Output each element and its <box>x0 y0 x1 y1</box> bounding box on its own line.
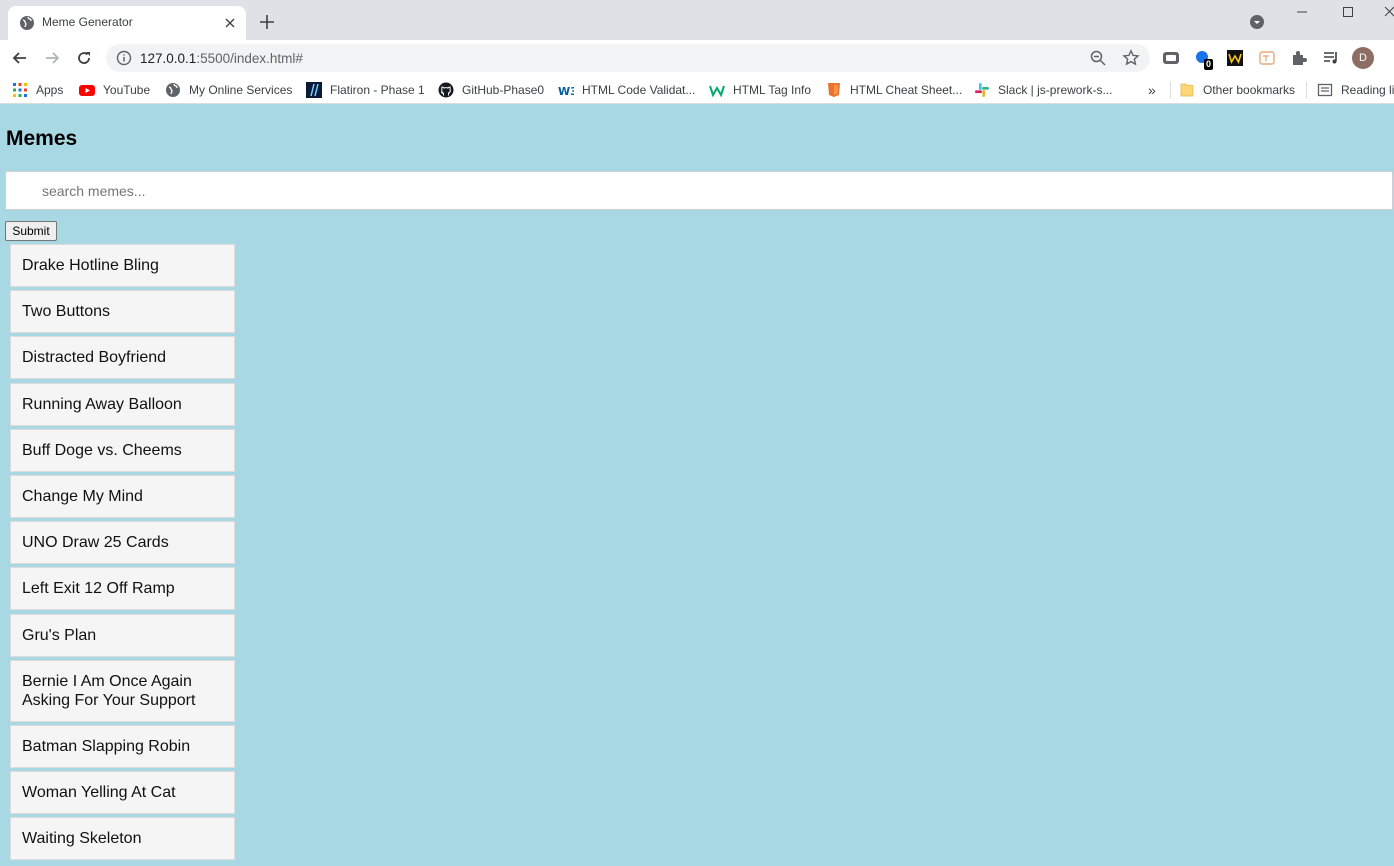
extension-badge-icon[interactable]: 0 <box>1194 49 1214 70</box>
bookmark-label: HTML Cheat Sheet... <box>850 83 963 97</box>
url-host: 127.0.0.1 <box>140 51 197 66</box>
bookmark-html-cheat-sheet[interactable]: HTML Cheat Sheet... <box>826 82 962 98</box>
tab-close-icon[interactable] <box>220 13 240 33</box>
extension-w-icon[interactable] <box>1226 49 1244 67</box>
bookmark-my-online-services[interactable]: My Online Services <box>165 82 292 98</box>
site-info-icon[interactable] <box>116 50 132 66</box>
meme-item[interactable]: Running Away Balloon <box>10 383 235 426</box>
meme-item[interactable]: Bernie I Am Once Again Asking For Your S… <box>10 660 235 722</box>
url-text[interactable]: 127.0.0.1:5500/index.html# <box>140 51 303 66</box>
globe-icon <box>19 15 35 31</box>
apps-grid-icon <box>12 82 28 98</box>
bookmark-label: HTML Code Validat... <box>582 83 696 97</box>
bookmark-label: Reading li <box>1341 83 1394 97</box>
bookmark-label: Slack | js-prework-s... <box>998 83 1113 97</box>
bookmark-label: Other bookmarks <box>1203 83 1296 97</box>
meme-item[interactable]: Woman Yelling At Cat <box>10 771 235 814</box>
extension-badge-count: 0 <box>1204 59 1214 70</box>
meme-item[interactable]: Batman Slapping Robin <box>10 725 235 768</box>
tab-search-icon[interactable] <box>1249 14 1265 30</box>
bookmark-reading-list[interactable]: Reading li <box>1317 82 1394 98</box>
bookmark-label: YouTube <box>103 83 151 97</box>
forward-arrow-icon[interactable] <box>42 48 62 68</box>
bookmark-star-icon[interactable] <box>1122 49 1140 67</box>
globe-icon <box>165 82 181 98</box>
folder-icon <box>1179 82 1195 98</box>
profile-avatar[interactable]: D <box>1352 47 1374 69</box>
meme-item[interactable]: Two Buttons <box>10 290 235 333</box>
meme-item[interactable]: Distracted Boyfriend <box>10 336 235 379</box>
bookmark-divider <box>1306 82 1307 98</box>
bookmarks-overflow-button[interactable]: » <box>1148 82 1156 98</box>
bookmark-html-validator[interactable]: W3 HTML Code Validat... <box>558 82 695 98</box>
tab-title: Meme Generator <box>42 15 133 29</box>
bookmarks-overflow-label: » <box>1148 82 1156 98</box>
youtube-icon <box>79 82 95 98</box>
bookmark-html-tag-info[interactable]: HTML Tag Info <box>709 82 811 98</box>
page-content: Memes Submit Drake Hotline Bling Two But… <box>0 104 1394 866</box>
reload-icon[interactable] <box>74 48 94 68</box>
maximize-icon[interactable] <box>1338 4 1358 20</box>
slack-icon <box>974 82 990 98</box>
bookmark-label: GitHub-Phase0 <box>462 83 545 97</box>
bookmark-label: Apps <box>36 83 64 97</box>
html5-icon <box>826 82 842 98</box>
meme-item[interactable]: Left Exit 12 Off Ramp <box>10 567 235 610</box>
bookmark-label: My Online Services <box>189 83 293 97</box>
meme-item[interactable]: Waiting Skeleton <box>10 817 235 860</box>
bookmark-apps[interactable]: Apps <box>12 82 63 98</box>
submit-button[interactable]: Submit <box>5 221 57 241</box>
meme-item[interactable]: Change My Mind <box>10 475 235 518</box>
flatiron-icon <box>306 82 322 98</box>
svg-text:W3: W3 <box>558 85 574 98</box>
browser-toolbar: 127.0.0.1:5500/index.html# 0 D <box>0 40 1394 76</box>
bookmark-other-bookmarks[interactable]: Other bookmarks <box>1179 82 1295 98</box>
new-tab-icon[interactable] <box>256 11 278 33</box>
bookmark-youtube[interactable]: YouTube <box>79 82 150 98</box>
extensions-puzzle-icon[interactable] <box>1290 49 1308 67</box>
tab-meme-generator[interactable]: Meme Generator <box>8 6 246 40</box>
meme-item[interactable]: Gru's Plan <box>10 614 235 657</box>
reading-list-media-icon[interactable] <box>1322 49 1340 67</box>
minimize-icon[interactable] <box>1292 4 1312 20</box>
github-icon <box>438 82 454 98</box>
bookmark-label: Flatiron - Phase 1 <box>330 83 425 97</box>
bookmark-divider <box>1170 82 1171 98</box>
bookmark-github-phase0[interactable]: GitHub-Phase0 <box>438 82 544 98</box>
extension-translate-icon[interactable] <box>1258 49 1276 67</box>
close-window-icon[interactable] <box>1382 4 1394 20</box>
back-arrow-icon[interactable] <box>10 48 30 68</box>
bookmarks-bar: Apps YouTube My Online Services Flatiron… <box>0 76 1394 104</box>
page-title: Memes <box>6 127 78 150</box>
w3c-icon: W3 <box>558 82 578 98</box>
meme-item[interactable]: UNO Draw 25 Cards <box>10 521 235 564</box>
search-input[interactable] <box>5 171 1393 210</box>
url-path: :5500/index.html# <box>196 51 303 66</box>
reading-list-icon <box>1317 82 1333 98</box>
bookmark-slack[interactable]: Slack | js-prework-s... <box>974 82 1112 98</box>
w3schools-icon <box>709 82 725 98</box>
bookmark-label: HTML Tag Info <box>733 83 812 97</box>
bookmark-flatiron[interactable]: Flatiron - Phase 1 <box>306 82 425 98</box>
address-bar[interactable]: 127.0.0.1:5500/index.html# <box>106 44 1150 72</box>
meme-item[interactable]: Drake Hotline Bling <box>10 244 235 287</box>
zoom-icon[interactable] <box>1090 50 1106 66</box>
meme-item[interactable]: Buff Doge vs. Cheems <box>10 429 235 472</box>
extension-reader-icon[interactable] <box>1162 49 1180 67</box>
tab-strip: Meme Generator <box>0 0 1394 40</box>
